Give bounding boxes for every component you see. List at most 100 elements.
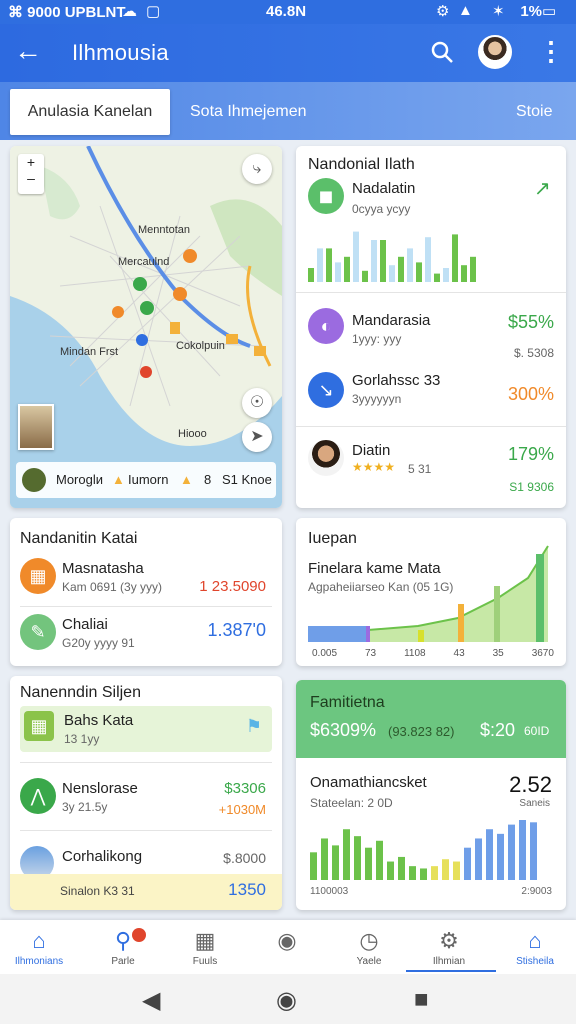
x-tick: 43 bbox=[453, 648, 465, 659]
card-title: Nandanitin Katai bbox=[20, 530, 138, 547]
back-arrow-icon[interactable]: ← bbox=[14, 36, 42, 66]
page-title: Ilhmousia bbox=[72, 40, 169, 65]
chart-bar bbox=[464, 847, 471, 880]
chart-bar bbox=[317, 248, 323, 282]
nav-center[interactable]: ◉ bbox=[252, 926, 322, 956]
search-icon: ⚲ bbox=[114, 928, 132, 953]
signal-icon: ▲ bbox=[458, 2, 473, 19]
finance-card: Famitietna $6309% (93.823 82) $:20 60ID … bbox=[296, 680, 566, 910]
chart-bar bbox=[332, 845, 339, 880]
system-card: Nanenndin Siljen ▦ Bahs Kata 13 1уу ⚑ ⋀ … bbox=[10, 676, 282, 910]
chart-bar bbox=[362, 270, 368, 282]
zoom-out-button[interactable]: – bbox=[18, 170, 44, 186]
status-left: ⌘ 9000 UPBLNT bbox=[8, 4, 126, 21]
more-vert-icon[interactable]: ⋮ bbox=[538, 36, 564, 66]
finance-value: $6309% bbox=[310, 720, 377, 740]
card-title: Nandonial Ilath bbox=[308, 156, 415, 173]
finance-value-sub: (93.823 82) bbox=[388, 724, 455, 739]
chart-bar bbox=[344, 256, 350, 282]
finance-header: Famitietna $6309% (93.823 82) $:20 60ID bbox=[296, 680, 566, 758]
x-tick: 3670 bbox=[531, 648, 554, 659]
x-tick: 0.005 bbox=[312, 648, 338, 659]
divider bbox=[296, 426, 566, 427]
chart-bar bbox=[343, 829, 350, 880]
nav-label: Stisheila bbox=[516, 956, 554, 967]
back-icon[interactable]: ◀ bbox=[142, 986, 160, 1015]
nav-tools[interactable]: ▦ Fuuls bbox=[170, 926, 240, 967]
row-value: 300% bbox=[507, 384, 554, 404]
nav-home[interactable]: ⌂ Ilhmonians bbox=[4, 926, 74, 967]
building-icon: ▦ bbox=[24, 711, 54, 741]
avatar[interactable] bbox=[478, 35, 512, 69]
settings-icon: ⚙ bbox=[436, 3, 450, 20]
chart-bar bbox=[380, 240, 386, 282]
tab-store[interactable]: Stoie bbox=[516, 89, 552, 135]
nav-network[interactable]: ⚙ Ilhmian bbox=[414, 926, 484, 967]
clock-icon: ◷ bbox=[359, 928, 379, 953]
nav-views[interactable]: ◷ Yaele bbox=[334, 926, 404, 967]
chart-bar bbox=[497, 833, 504, 880]
row-name: Chaliai bbox=[62, 616, 108, 633]
row-name: Diatin bbox=[352, 442, 391, 459]
row-value-sub: +1030M bbox=[218, 802, 266, 817]
tab-management[interactable]: Sota Ihmejemen bbox=[190, 89, 307, 135]
zoom-control[interactable]: + – bbox=[18, 154, 44, 194]
apps-icon: ◉ bbox=[277, 928, 297, 953]
x-axis-end: 2:9003 bbox=[521, 886, 552, 897]
area-chart bbox=[308, 545, 549, 642]
recents-icon[interactable]: ■ bbox=[414, 986, 429, 1014]
sim-icon: ▢ bbox=[146, 3, 161, 20]
finance-title: Famitietna bbox=[310, 694, 385, 711]
footer-label: Sinalon K3 31 bbox=[60, 884, 135, 898]
status-time: 46.8N bbox=[266, 3, 307, 20]
x-tick: 35 bbox=[492, 648, 504, 659]
row-sub: 3ууууууn bbox=[352, 392, 402, 406]
row-sub: G20у уууу 91 bbox=[62, 636, 135, 650]
divider bbox=[20, 830, 272, 831]
search-icon[interactable] bbox=[428, 38, 458, 68]
footer-value: 1350 bbox=[228, 880, 266, 899]
tab-overview[interactable]: Anulasia Kanelan bbox=[10, 89, 170, 135]
nav-search[interactable]: ⚲ Parle bbox=[88, 926, 158, 967]
grid-icon: ▦ bbox=[194, 928, 216, 953]
app-bar: ← Ilhmousia ⋮ bbox=[0, 24, 576, 82]
map-canvas[interactable] bbox=[10, 146, 282, 508]
map-card[interactable]: + – ⤷ ☉ ➤ Menntotan Mercaulnd Cokolpuin … bbox=[10, 146, 282, 508]
bottom-nav: ⌂ Ilhmonians ⚲ Parle ▦ Fuuls ◉ ◷ Yaele ⚙… bbox=[0, 920, 576, 974]
chart-bar bbox=[416, 262, 422, 282]
compass-icon[interactable]: ⤷ bbox=[242, 154, 272, 184]
nav-label: Ilhmian bbox=[432, 956, 466, 967]
trend-card: Iuepan Finelara kame Mata Agpaheiiarseo … bbox=[296, 518, 566, 666]
chart-bar bbox=[353, 231, 359, 282]
body-value-sub: Saneis bbox=[519, 798, 550, 809]
chart-bar bbox=[365, 847, 372, 880]
nav-store[interactable]: ⌂ Stisheila bbox=[500, 926, 570, 967]
place-thumbnail[interactable] bbox=[18, 404, 54, 450]
map-label: Menntotan bbox=[138, 224, 190, 236]
map-label: Mindan Frst bbox=[60, 346, 119, 358]
map-info-text: Iumorn bbox=[128, 472, 169, 487]
locate-icon[interactable]: ➤ bbox=[242, 422, 272, 452]
chart-bar bbox=[387, 861, 394, 880]
chart-bar bbox=[443, 268, 449, 282]
status-bar: ⌘ 9000 UPBLNT ☁ ▢ 46.8N ⚙ ▲ ✶ 1% ▭ bbox=[0, 0, 576, 24]
flag-icon: ⚑ bbox=[245, 716, 262, 736]
chart-bar bbox=[453, 861, 460, 880]
chart-bar bbox=[389, 265, 395, 282]
item-title: Nadalatin bbox=[352, 180, 416, 197]
chart-bar bbox=[442, 859, 449, 880]
leaf-icon: ◼ bbox=[308, 178, 344, 214]
row-sub: Kam 0691 (3у ууу) bbox=[62, 580, 163, 594]
layers-icon[interactable]: ☉ bbox=[242, 388, 272, 418]
map-info-bar[interactable]: Moroglи ▲ Iumorn ▲ 8 S1 Knoe bbox=[16, 462, 276, 498]
card-title: Nanenndin Siljen bbox=[20, 684, 141, 701]
row-value: 1 23.5090 bbox=[199, 578, 266, 595]
chart-bar bbox=[508, 824, 515, 880]
chart-bar bbox=[407, 248, 413, 282]
highlight-row[interactable]: ▦ Bahs Kata 13 1уу ⚑ bbox=[20, 706, 272, 752]
zoom-in-button[interactable]: + bbox=[18, 154, 44, 170]
body-title: Onamathiancsket bbox=[310, 774, 427, 791]
row-name: Nenslorase bbox=[62, 780, 138, 797]
home-circle-icon[interactable]: ◉ bbox=[276, 986, 297, 1015]
row-name: Bahs Kata bbox=[64, 712, 134, 729]
